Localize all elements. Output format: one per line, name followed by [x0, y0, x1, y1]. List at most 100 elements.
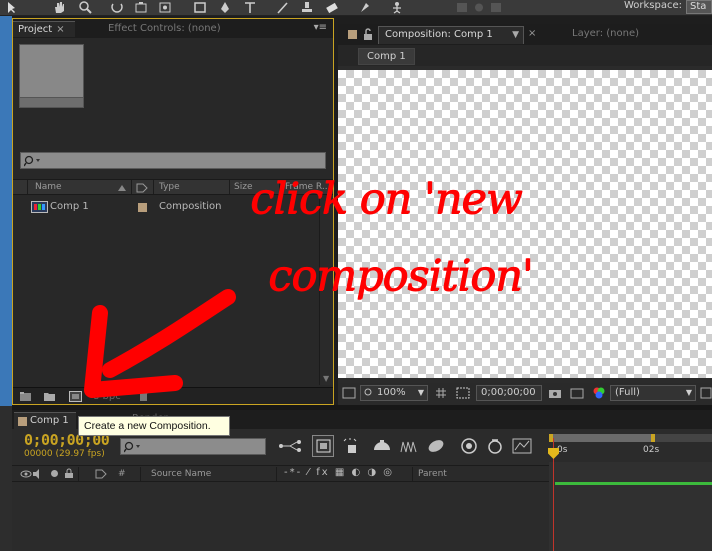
item-type: Composition: [159, 201, 222, 212]
tooltip: Create a new Composition.: [78, 416, 230, 436]
ruler-mark-2s: 02s: [643, 445, 660, 455]
draft-3d-icon: [316, 439, 331, 453]
tab-effect-controls-label: Effect Controls: (none): [108, 23, 221, 34]
graph-editor-toggle-icon[interactable]: [512, 437, 532, 455]
zoom-value: 100%: [377, 387, 406, 398]
work-area-bar[interactable]: [549, 434, 655, 442]
column-name[interactable]: Name: [35, 182, 62, 192]
desktop-edge-lower: [0, 406, 12, 551]
comp-navigator-tab[interactable]: Comp 1: [358, 48, 415, 65]
puppet-tool-icon[interactable]: [390, 1, 404, 14]
panel-menu-icon[interactable]: ▾≡: [314, 22, 327, 33]
tab-composition[interactable]: Composition: Comp 1 ▼: [378, 26, 524, 44]
close-icon[interactable]: ×: [56, 24, 64, 35]
grid-guides-icon[interactable]: [434, 387, 448, 399]
axis-world-icon[interactable]: [472, 1, 486, 14]
solo-icon[interactable]: [51, 470, 58, 477]
thumbnail-strip: [20, 97, 83, 107]
audio-icon[interactable]: [32, 469, 44, 479]
axis-mode-icon[interactable]: [455, 1, 469, 14]
close-icon[interactable]: ×: [528, 28, 536, 39]
resolution-select[interactable]: (Full) ▼: [610, 385, 696, 401]
eraser-tool-icon[interactable]: [325, 1, 339, 14]
timeline-frame-rate: 00000 (29.97 fps): [24, 449, 105, 459]
column-divider: [78, 467, 79, 481]
workspace-select[interactable]: Sta: [686, 0, 712, 14]
tab-effect-controls[interactable]: Effect Controls: (none): [103, 21, 253, 37]
motion-blur-icon[interactable]: [398, 438, 418, 454]
sort-ascending-icon[interactable]: [117, 184, 127, 192]
current-time-field[interactable]: 0;00;00;00: [476, 385, 542, 401]
tools-toolbar: Workspace: Sta: [0, 0, 712, 16]
new-folder-icon[interactable]: [43, 391, 56, 402]
chevron-down-icon[interactable]: ▼: [512, 27, 519, 43]
annotation-arrow-icon: [84, 289, 236, 398]
zoom-select[interactable]: 100% ▼: [360, 385, 428, 401]
rotate-tool-icon[interactable]: [110, 1, 124, 14]
rectangle-tool-icon[interactable]: [193, 1, 207, 14]
annotation-text-line1: click on 'new: [250, 174, 522, 224]
axis-view-icon[interactable]: [489, 1, 503, 14]
scroll-down-icon[interactable]: ▼: [323, 374, 329, 383]
project-search-input[interactable]: [20, 152, 326, 169]
comp-flowchart-bar: Comp 1: [338, 45, 712, 66]
chevron-down-icon: ▼: [417, 388, 424, 397]
selection-tool-icon[interactable]: [4, 1, 18, 14]
column-source-name[interactable]: Source Name: [151, 469, 211, 479]
switches-icons[interactable]: -*- ⁄ fx ▦ ◐ ◑ ◎: [284, 467, 394, 478]
desktop-edge: [0, 16, 12, 406]
label-tag-icon[interactable]: [135, 182, 149, 194]
timeline-track-area[interactable]: [549, 462, 712, 551]
tab-layer[interactable]: Layer: (none): [572, 28, 639, 39]
comp-mini-flowchart-icon[interactable]: [278, 438, 302, 454]
label-color-swatch[interactable]: [138, 203, 147, 212]
search-icon: [24, 155, 40, 167]
eye-icon[interactable]: [20, 469, 32, 479]
zoom-tool-icon[interactable]: [78, 1, 92, 14]
label-tag-icon[interactable]: [94, 468, 108, 480]
auto-keyframe-icon[interactable]: [460, 437, 478, 455]
channel-rgb-icon[interactable]: [592, 386, 606, 400]
comp-tabbar: Composition: Comp 1 ▼ × Layer: (none): [338, 24, 712, 45]
pan-behind-tool-icon[interactable]: [158, 1, 172, 14]
pen-tool-icon[interactable]: [218, 1, 232, 14]
timeline-search-input[interactable]: [120, 438, 266, 455]
composition-icon: [31, 201, 48, 213]
live-update-button[interactable]: [312, 435, 334, 457]
composition-viewer[interactable]: [338, 70, 712, 378]
show-snapshot-icon[interactable]: [570, 387, 584, 399]
comp-label-swatch: [18, 417, 27, 426]
frame-blending-icon[interactable]: [372, 438, 392, 454]
column-divider: [27, 180, 28, 194]
brush-tool-icon[interactable]: [275, 1, 289, 14]
lock-icon[interactable]: [362, 28, 374, 41]
layer-duration-bar[interactable]: [555, 482, 712, 485]
roto-brush-tool-icon[interactable]: [358, 1, 372, 14]
column-type[interactable]: Type: [159, 182, 180, 192]
clone-stamp-tool-icon[interactable]: [300, 1, 314, 14]
column-divider: [229, 180, 230, 194]
lock-icon[interactable]: [64, 468, 74, 479]
hand-tool-icon[interactable]: [52, 1, 66, 14]
tab-project[interactable]: Project ×: [13, 21, 75, 37]
type-tool-icon[interactable]: [243, 1, 257, 14]
tab-timeline-comp[interactable]: Comp 1: [14, 412, 76, 429]
layer-column-header: # Source Name -*- ⁄ fx ▦ ◐ ◑ ◎ Parent: [12, 465, 552, 482]
interpret-footage-icon[interactable]: [19, 391, 32, 402]
column-divider: [276, 467, 277, 481]
comp-viewer-controls: 100% ▼ 0;00;00;00 (Full) ▼: [338, 383, 712, 405]
mask-visibility-icon[interactable]: [456, 387, 470, 399]
brainstorm-icon[interactable]: [426, 438, 446, 454]
resolution-value: (Full): [615, 387, 640, 398]
shy-layers-icon[interactable]: [340, 437, 360, 455]
column-divider: [131, 180, 132, 194]
snapshot-camera-icon[interactable]: [548, 387, 562, 399]
always-preview-icon[interactable]: [342, 387, 356, 399]
search-icon: [124, 441, 140, 453]
graph-editor-icon[interactable]: [486, 437, 504, 455]
camera-tool-icon[interactable]: [134, 1, 148, 14]
column-number: #: [118, 469, 126, 479]
work-area-track: [655, 434, 712, 442]
region-of-interest-icon[interactable]: [700, 387, 712, 399]
column-parent[interactable]: Parent: [418, 469, 447, 479]
